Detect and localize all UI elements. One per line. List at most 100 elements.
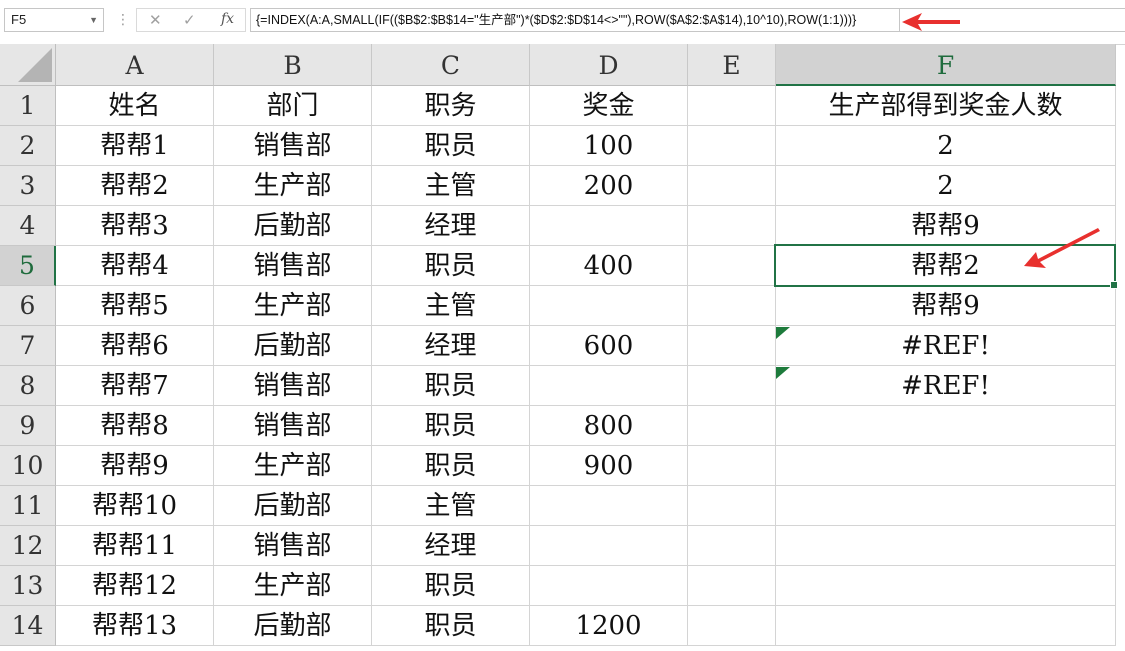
cell-c13[interactable]: 职员 <box>372 566 530 606</box>
cell-f13[interactable] <box>776 566 1116 606</box>
cell-b8[interactable]: 销售部 <box>214 366 372 406</box>
cell-b12[interactable]: 销售部 <box>214 526 372 566</box>
cell-a1[interactable]: 姓名 <box>56 86 214 126</box>
cell-e8[interactable] <box>688 366 776 406</box>
cell-c4[interactable]: 经理 <box>372 206 530 246</box>
cell-c14[interactable]: 职员 <box>372 606 530 646</box>
cell-c11[interactable]: 主管 <box>372 486 530 526</box>
cell-f8[interactable]: #REF! <box>776 366 1116 406</box>
select-all-corner[interactable] <box>0 44 56 86</box>
cell-e4[interactable] <box>688 206 776 246</box>
cell-d14[interactable]: 1200 <box>530 606 688 646</box>
cell-a13[interactable]: 帮帮12 <box>56 566 214 606</box>
chevron-down-icon[interactable]: ▼ <box>89 9 98 31</box>
cell-d3[interactable]: 200 <box>530 166 688 206</box>
cell-c3[interactable]: 主管 <box>372 166 530 206</box>
cell-b5[interactable]: 销售部 <box>214 246 372 286</box>
cell-f2[interactable]: 2 <box>776 126 1116 166</box>
cell-c2[interactable]: 职员 <box>372 126 530 166</box>
cell-e6[interactable] <box>688 286 776 326</box>
row-header-9[interactable]: 9 <box>0 406 56 446</box>
cell-b1[interactable]: 部门 <box>214 86 372 126</box>
cell-b13[interactable]: 生产部 <box>214 566 372 606</box>
cell-a14[interactable]: 帮帮13 <box>56 606 214 646</box>
cell-d10[interactable]: 900 <box>530 446 688 486</box>
cell-a8[interactable]: 帮帮7 <box>56 366 214 406</box>
cell-a10[interactable]: 帮帮9 <box>56 446 214 486</box>
column-header-b[interactable]: B <box>214 44 372 86</box>
more-options-icon[interactable]: ⋮ <box>116 10 130 30</box>
cell-e3[interactable] <box>688 166 776 206</box>
row-header-1[interactable]: 1 <box>0 86 56 126</box>
cell-f7[interactable]: #REF! <box>776 326 1116 366</box>
cell-e11[interactable] <box>688 486 776 526</box>
cell-d6[interactable] <box>530 286 688 326</box>
cell-d11[interactable] <box>530 486 688 526</box>
row-header-13[interactable]: 13 <box>0 566 56 606</box>
cell-c5[interactable]: 职员 <box>372 246 530 286</box>
row-header-3[interactable]: 3 <box>0 166 56 206</box>
cell-d13[interactable] <box>530 566 688 606</box>
insert-function-icon[interactable]: fx <box>221 11 234 27</box>
cell-a5[interactable]: 帮帮4 <box>56 246 214 286</box>
column-header-d[interactable]: D <box>530 44 688 86</box>
cell-b6[interactable]: 生产部 <box>214 286 372 326</box>
cell-f6[interactable]: 帮帮9 <box>776 286 1116 326</box>
cell-d9[interactable]: 800 <box>530 406 688 446</box>
row-header-4[interactable]: 4 <box>0 206 56 246</box>
column-header-c[interactable]: C <box>372 44 530 86</box>
row-header-6[interactable]: 6 <box>0 286 56 326</box>
error-indicator-icon[interactable] <box>776 327 790 339</box>
cell-c8[interactable]: 职员 <box>372 366 530 406</box>
cell-e13[interactable] <box>688 566 776 606</box>
cell-d12[interactable] <box>530 526 688 566</box>
column-header-f[interactable]: F <box>776 44 1116 86</box>
row-header-5[interactable]: 5 <box>0 246 56 286</box>
cell-c6[interactable]: 主管 <box>372 286 530 326</box>
cell-a2[interactable]: 帮帮1 <box>56 126 214 166</box>
cell-e9[interactable] <box>688 406 776 446</box>
cell-b14[interactable]: 后勤部 <box>214 606 372 646</box>
name-box[interactable]: F5 ▼ <box>4 8 104 32</box>
cell-d7[interactable]: 600 <box>530 326 688 366</box>
cell-e5[interactable] <box>688 246 776 286</box>
cell-f14[interactable] <box>776 606 1116 646</box>
cell-e1[interactable] <box>688 86 776 126</box>
cell-d5[interactable]: 400 <box>530 246 688 286</box>
cell-c7[interactable]: 经理 <box>372 326 530 366</box>
cell-a7[interactable]: 帮帮6 <box>56 326 214 366</box>
cell-c10[interactable]: 职员 <box>372 446 530 486</box>
cell-f3[interactable]: 2 <box>776 166 1116 206</box>
cell-d1[interactable]: 奖金 <box>530 86 688 126</box>
cell-c1[interactable]: 职务 <box>372 86 530 126</box>
column-header-e[interactable]: E <box>688 44 776 86</box>
row-header-14[interactable]: 14 <box>0 606 56 646</box>
cell-e7[interactable] <box>688 326 776 366</box>
row-header-7[interactable]: 7 <box>0 326 56 366</box>
row-header-11[interactable]: 11 <box>0 486 56 526</box>
cell-d8[interactable] <box>530 366 688 406</box>
cell-e14[interactable] <box>688 606 776 646</box>
cell-a3[interactable]: 帮帮2 <box>56 166 214 206</box>
row-header-2[interactable]: 2 <box>0 126 56 166</box>
error-indicator-icon[interactable] <box>776 367 790 379</box>
cell-a11[interactable]: 帮帮10 <box>56 486 214 526</box>
row-header-12[interactable]: 12 <box>0 526 56 566</box>
cell-d2[interactable]: 100 <box>530 126 688 166</box>
cell-a4[interactable]: 帮帮3 <box>56 206 214 246</box>
cell-a9[interactable]: 帮帮8 <box>56 406 214 446</box>
cell-b4[interactable]: 后勤部 <box>214 206 372 246</box>
cell-f10[interactable] <box>776 446 1116 486</box>
cell-b9[interactable]: 销售部 <box>214 406 372 446</box>
enter-check-icon[interactable]: ✓ <box>183 11 196 29</box>
cell-b2[interactable]: 销售部 <box>214 126 372 166</box>
cell-c12[interactable]: 经理 <box>372 526 530 566</box>
column-header-a[interactable]: A <box>56 44 214 86</box>
cell-b10[interactable]: 生产部 <box>214 446 372 486</box>
cell-b11[interactable]: 后勤部 <box>214 486 372 526</box>
cell-f1[interactable]: 生产部得到奖金人数 <box>776 86 1116 126</box>
cell-c9[interactable]: 职员 <box>372 406 530 446</box>
cell-a6[interactable]: 帮帮5 <box>56 286 214 326</box>
cell-b3[interactable]: 生产部 <box>214 166 372 206</box>
cell-b7[interactable]: 后勤部 <box>214 326 372 366</box>
